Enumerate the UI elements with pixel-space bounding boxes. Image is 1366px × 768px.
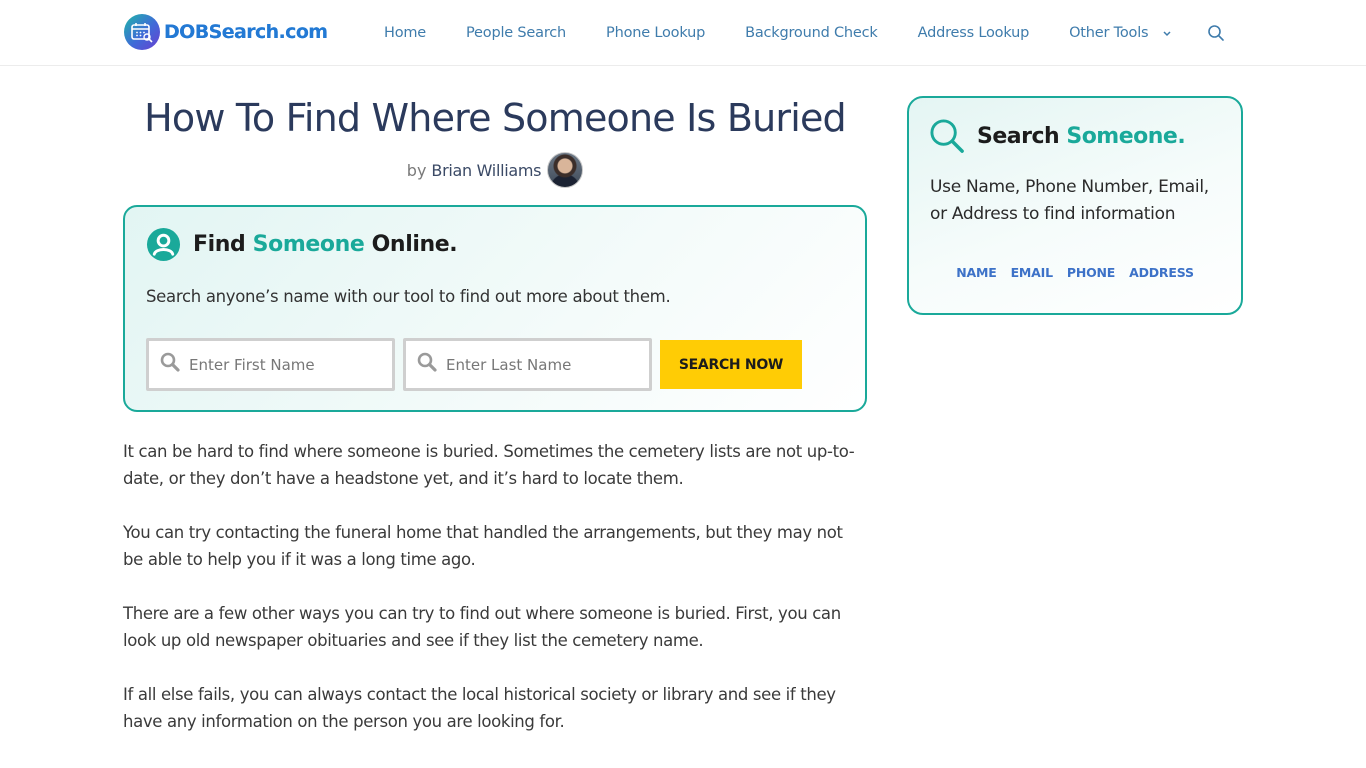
nav-address-lookup[interactable]: Address Lookup bbox=[898, 25, 1049, 41]
sidebar-link-address[interactable]: ADDRESS bbox=[1122, 265, 1201, 280]
find-widget-description: Search anyone’s name with our tool to fi… bbox=[146, 287, 671, 306]
sidebar-widget-description: Use Name, Phone Number, Email, or Addres… bbox=[930, 177, 1209, 224]
author-avatar bbox=[547, 152, 584, 188]
find-widget-title: Find Someone Online. bbox=[193, 232, 458, 257]
byline-prefix: by bbox=[406, 160, 427, 180]
logo-text: DOBSearch.com bbox=[164, 21, 328, 43]
find-title-post: Online. bbox=[371, 232, 458, 257]
nav-home[interactable]: Home bbox=[364, 25, 446, 41]
sidebar-link-email[interactable]: EMAIL bbox=[1004, 265, 1060, 280]
last-name-input[interactable] bbox=[406, 341, 649, 388]
search-icon bbox=[417, 352, 437, 372]
site-header: DOBSearch.com Home People Search Phone L… bbox=[0, 0, 1366, 66]
sidebar-link-name[interactable]: NAME bbox=[949, 265, 1003, 280]
search-now-button[interactable]: SEARCH NOW bbox=[660, 340, 802, 389]
main-nav: Home People Search Phone Lookup Backgrou… bbox=[364, 0, 1192, 66]
sidebar-title-accent: Someone. bbox=[1066, 124, 1186, 149]
site-logo[interactable]: DOBSearch.com bbox=[124, 13, 328, 51]
sidebar-title-pre: Search bbox=[977, 124, 1060, 149]
last-name-field-wrapper bbox=[403, 338, 652, 391]
chevron-down-icon bbox=[1162, 30, 1172, 37]
sidebar-link-phone[interactable]: PHONE bbox=[1060, 265, 1122, 280]
find-widget-header: Find Someone Online. bbox=[146, 227, 458, 262]
article-paragraph: You can try contacting the funeral home … bbox=[123, 523, 843, 569]
article-content: It can be hard to find where someone is … bbox=[123, 438, 858, 762]
nav-other-tools-label: Other Tools bbox=[1069, 25, 1149, 41]
byline: by Brian Williams bbox=[123, 152, 867, 188]
sidebar-widget-header: Search Someone. bbox=[929, 118, 1186, 155]
article-paragraph: If all else fails, you can always contac… bbox=[123, 685, 836, 731]
user-circle-icon bbox=[146, 227, 181, 262]
search-icon bbox=[930, 119, 964, 153]
find-title-accent: Someone bbox=[252, 232, 365, 257]
nav-phone-lookup[interactable]: Phone Lookup bbox=[586, 25, 725, 41]
sidebar-widget-title: Search Someone. bbox=[977, 124, 1186, 149]
calendar-search-icon bbox=[124, 14, 160, 50]
author-link[interactable]: Brian Williams bbox=[431, 161, 541, 180]
nav-search-button[interactable] bbox=[1206, 23, 1226, 43]
search-icon bbox=[160, 352, 180, 372]
find-title-pre: Find bbox=[193, 232, 246, 257]
page-title: How To Find Where Someone Is Buried bbox=[144, 96, 847, 140]
nav-other-tools[interactable]: Other Tools bbox=[1049, 25, 1192, 41]
find-someone-widget: Find Someone Online. Search anyone’s nam… bbox=[123, 205, 867, 412]
sidebar-search-type-links: NAME EMAIL PHONE ADDRESS bbox=[909, 265, 1241, 280]
nav-people-search[interactable]: People Search bbox=[446, 25, 586, 41]
nav-background-check[interactable]: Background Check bbox=[725, 25, 898, 41]
first-name-input[interactable] bbox=[149, 341, 392, 388]
article-paragraph: There are a few other ways you can try t… bbox=[123, 604, 841, 650]
search-someone-sidebar-widget: Search Someone. Use Name, Phone Number, … bbox=[907, 96, 1243, 315]
article-paragraph: It can be hard to find where someone is … bbox=[123, 442, 855, 488]
first-name-field-wrapper bbox=[146, 338, 395, 391]
search-icon bbox=[1208, 25, 1224, 41]
